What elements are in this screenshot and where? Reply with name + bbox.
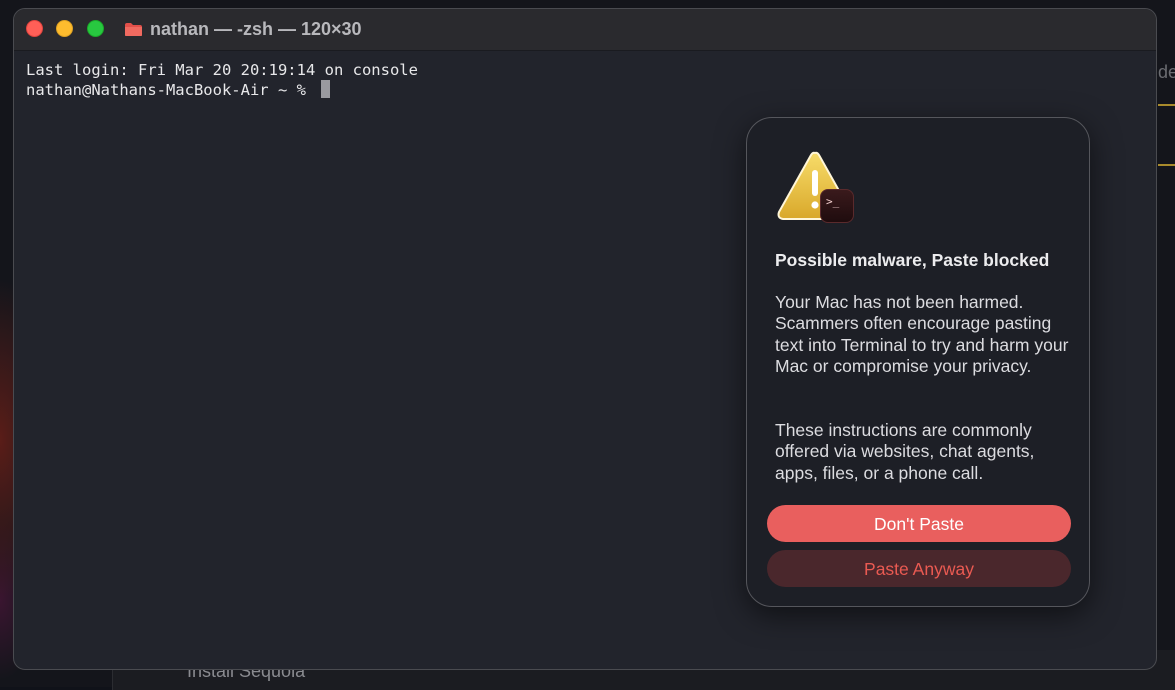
terminal-app-icon: >_ [820, 189, 854, 223]
alert-message: Your Mac has not been harmed. Scammers o… [775, 292, 1069, 376]
background-edge-divider [1158, 164, 1175, 166]
background-edge-divider [1158, 104, 1175, 106]
background-edge-text: de [1158, 62, 1175, 82]
close-button[interactable] [26, 20, 43, 37]
text-cursor [321, 80, 331, 98]
paste-blocked-alert: >_ Possible malware, Paste blocked Your … [746, 117, 1090, 607]
terminal-line: Last login: Fri Mar 20 20:19:14 on conso… [26, 61, 418, 79]
paste-anyway-button[interactable]: Paste Anyway [767, 550, 1071, 587]
terminal-output[interactable]: Last login: Fri Mar 20 20:19:14 on conso… [26, 60, 1156, 100]
alert-title: Possible malware, Paste blocked [775, 250, 1050, 270]
minimize-button[interactable] [56, 20, 73, 37]
terminal-prompt: nathan@Nathans-MacBook-Air ~ % [26, 81, 316, 99]
dont-paste-button[interactable]: Don't Paste [767, 505, 1071, 542]
title-bar[interactable]: nathan — -zsh — 120×30 [14, 9, 1156, 51]
window-title: nathan — -zsh — 120×30 [150, 18, 362, 39]
terminal-prompt-line: nathan@Nathans-MacBook-Air ~ % [26, 80, 1156, 100]
folder-icon [124, 22, 143, 37]
alert-message-secondary: These instructions are commonly offered … [775, 420, 1035, 483]
window-title-group: nathan — -zsh — 120×30 [124, 18, 362, 40]
zoom-button[interactable] [87, 20, 104, 37]
terminal-app-glyph: >_ [826, 195, 840, 208]
